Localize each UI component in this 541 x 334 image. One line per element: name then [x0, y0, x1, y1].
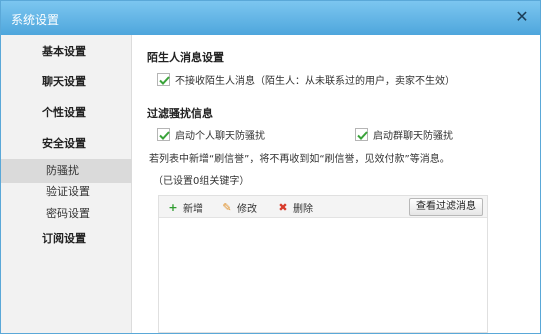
keyword-list-box: + 新增 ✎ 修改 ✖ 删除 查看过滤消息: [158, 195, 488, 333]
settings-window: 系统设置 ✕ 基本设置 聊天设置 个性设置 安全设置 防骚扰 验证设置 密码设置…: [0, 0, 541, 334]
sidebar-item-password[interactable]: 密码设置: [1, 202, 132, 226]
group-anti-harass-checkbox[interactable]: 启动群聊天防骚扰: [355, 127, 453, 142]
checkbox-checked-icon[interactable]: [157, 128, 170, 141]
sidebar-item-verify[interactable]: 验证设置: [1, 180, 132, 204]
edit-label: 修改: [237, 204, 257, 215]
personal-anti-harass-checkbox[interactable]: 启动个人聊天防骚扰: [157, 127, 265, 142]
personal-anti-harass-label: 启动个人聊天防骚扰: [175, 131, 265, 142]
sidebar-item-security[interactable]: 安全设置: [1, 132, 132, 156]
sidebar-item-chat[interactable]: 聊天设置: [1, 70, 132, 94]
sidebar-item-subscribe[interactable]: 订阅设置: [1, 227, 132, 251]
group-anti-harass-label: 启动群聊天防骚扰: [373, 131, 453, 142]
keyword-toolbar: + 新增 ✎ 修改 ✖ 删除 查看过滤消息: [159, 196, 487, 218]
pencil-icon: ✎: [222, 201, 232, 214]
add-keyword-button[interactable]: + 新增: [167, 200, 203, 215]
sidebar: 基本设置 聊天设置 个性设置 安全设置 防骚扰 验证设置 密码设置 订阅设置: [1, 35, 132, 333]
filter-section-title: 过滤骚扰信息: [147, 107, 213, 120]
content-panel: 陌生人消息设置 不接收陌生人消息（陌生人：从未联系过的用户，卖家不生效） 过滤骚…: [133, 35, 540, 333]
edit-keyword-button[interactable]: ✎ 修改: [221, 200, 257, 215]
title-bar[interactable]: 系统设置 ✕: [1, 1, 540, 35]
close-icon[interactable]: ✕: [513, 7, 531, 27]
delete-keyword-button[interactable]: ✖ 删除: [277, 200, 313, 215]
sidebar-item-basic[interactable]: 基本设置: [1, 40, 132, 64]
keyword-count: （已设置0组关键字）: [153, 176, 250, 187]
stranger-block-label: 不接收陌生人消息（陌生人：从未联系过的用户，卖家不生效）: [175, 76, 455, 87]
checkbox-checked-icon[interactable]: [157, 73, 170, 86]
add-label: 新增: [183, 204, 203, 215]
delete-label: 删除: [293, 204, 313, 215]
plus-icon: +: [168, 201, 178, 214]
filter-description: 若列表中新增“刷信誉”，将不再收到如“刷信誉，见效付款”等消息。: [149, 154, 450, 165]
x-icon: ✖: [278, 201, 288, 214]
stranger-block-checkbox[interactable]: 不接收陌生人消息（陌生人：从未联系过的用户，卖家不生效）: [157, 72, 455, 87]
view-filtered-button[interactable]: 查看过滤消息: [409, 198, 483, 216]
checkbox-checked-icon[interactable]: [355, 128, 368, 141]
sidebar-item-personal[interactable]: 个性设置: [1, 101, 132, 125]
window-title: 系统设置: [11, 13, 60, 27]
stranger-section-title: 陌生人消息设置: [147, 51, 224, 64]
